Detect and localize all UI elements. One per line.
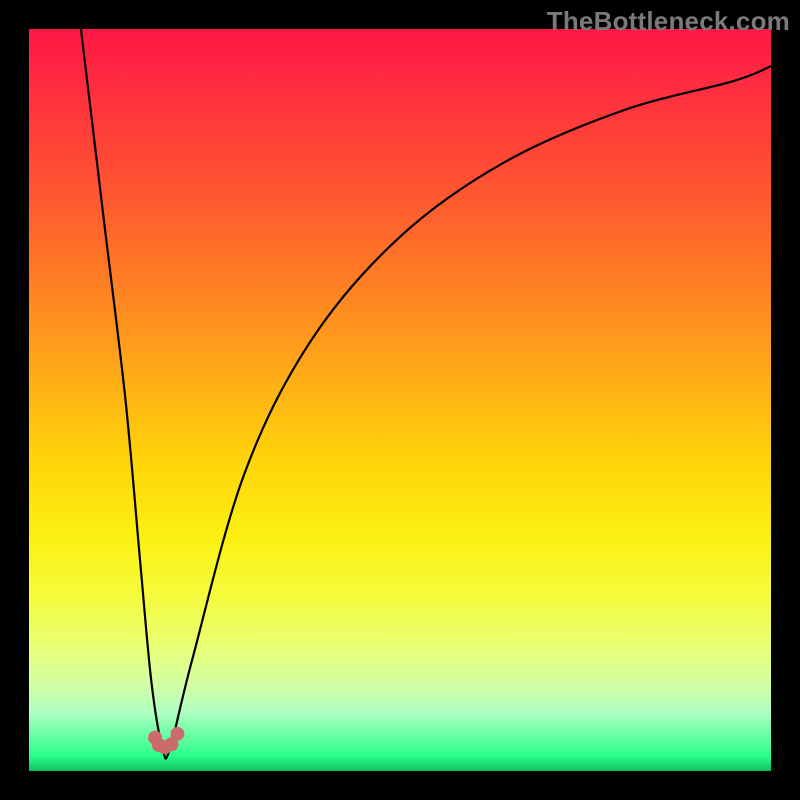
bottleneck-curve — [81, 29, 771, 759]
chart-plot-area — [29, 29, 771, 771]
chart-frame: TheBottleneck.com — [0, 0, 800, 800]
minimum-marker — [170, 727, 184, 741]
minimum-markers — [148, 727, 184, 754]
watermark-text: TheBottleneck.com — [547, 6, 790, 37]
curve-svg — [29, 29, 771, 771]
